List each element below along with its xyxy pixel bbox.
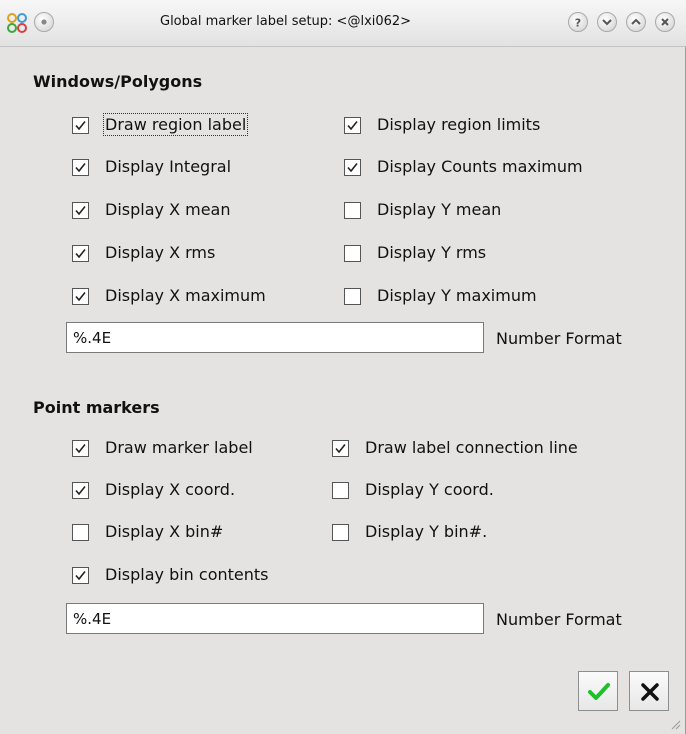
close-button[interactable]: [655, 12, 675, 32]
point-number-format-label: Number Format: [496, 610, 622, 629]
checkmark-icon: [347, 121, 358, 131]
menu-icon: [41, 19, 47, 25]
checkmark-icon: [75, 486, 86, 496]
checkmark-icon: [75, 249, 86, 259]
checkmark-icon: [75, 206, 86, 216]
checkmark-icon: [335, 444, 346, 454]
maximize-icon: [631, 18, 641, 25]
checkbox-display-x-maximum[interactable]: [72, 288, 89, 305]
checkbox-display-bin-contents[interactable]: [72, 567, 89, 584]
cancel-button[interactable]: [629, 671, 669, 711]
checkmark-icon: [75, 292, 86, 302]
label-display-y-mean[interactable]: Display Y mean: [377, 200, 501, 219]
label-display-y-rms[interactable]: Display Y rms: [377, 243, 486, 262]
label-display-x-maximum[interactable]: Display X maximum: [105, 286, 266, 305]
minimize-icon: [602, 19, 612, 26]
label-display-region-limits[interactable]: Display region limits: [377, 115, 540, 134]
windows-number-format-input[interactable]: [66, 322, 484, 353]
windows-number-format-label: Number Format: [496, 329, 622, 348]
resize-grip-icon[interactable]: [669, 718, 681, 730]
checkbox-display-x-mean[interactable]: [72, 202, 89, 219]
label-display-x-coord[interactable]: Display X coord.: [105, 480, 235, 499]
label-display-counts-maximum[interactable]: Display Counts maximum: [377, 157, 583, 176]
title-bar[interactable]: Global marker label setup: <@lxi062> ?: [0, 0, 686, 47]
checkmark-icon: [75, 163, 86, 173]
checkbox-display-x-rms[interactable]: [72, 245, 89, 262]
label-draw-label-connection-line[interactable]: Draw label connection line: [365, 438, 578, 457]
checkbox-display-x-coord[interactable]: [72, 482, 89, 499]
checkbox-display-region-limits[interactable]: [344, 117, 361, 134]
maximize-button[interactable]: [626, 12, 646, 32]
checkbox-display-y-maximum[interactable]: [344, 288, 361, 305]
app-icon: [7, 13, 27, 33]
checkmark-icon: [75, 571, 86, 581]
checkbox-display-integral[interactable]: [72, 159, 89, 176]
label-display-y-maximum[interactable]: Display Y maximum: [377, 286, 537, 305]
checkbox-display-x-bin[interactable]: [72, 524, 89, 541]
help-button[interactable]: ?: [568, 12, 588, 32]
label-display-integral[interactable]: Display Integral: [105, 157, 231, 176]
svg-text:?: ?: [575, 17, 581, 30]
checkbox-display-y-mean[interactable]: [344, 202, 361, 219]
ok-button[interactable]: [578, 671, 618, 711]
checkmark-icon: [588, 683, 610, 700]
window-menu-button[interactable]: [34, 12, 54, 32]
label-draw-marker-label[interactable]: Draw marker label: [105, 438, 253, 457]
checkbox-draw-marker-label[interactable]: [72, 440, 89, 457]
label-display-x-mean[interactable]: Display X mean: [105, 200, 230, 219]
label-display-x-rms[interactable]: Display X rms: [105, 243, 215, 262]
window-title: Global marker label setup: <@lxi062>: [160, 14, 412, 29]
checkbox-display-y-coord[interactable]: [332, 482, 349, 499]
close-icon: [661, 18, 669, 26]
point-markers-heading: Point markers: [33, 398, 160, 417]
cancel-icon: [641, 683, 659, 701]
label-draw-region-label[interactable]: Draw region label: [102, 113, 249, 136]
help-icon: ?: [575, 17, 581, 30]
checkmark-icon: [75, 121, 86, 131]
minimize-button[interactable]: [597, 12, 617, 32]
checkbox-display-y-bin[interactable]: [332, 524, 349, 541]
checkbox-display-y-rms[interactable]: [344, 245, 361, 262]
checkmark-icon: [75, 444, 86, 454]
label-display-y-bin[interactable]: Display Y bin#.: [365, 522, 487, 541]
checkbox-display-counts-maximum[interactable]: [344, 159, 361, 176]
checkmark-icon: [347, 163, 358, 173]
label-display-bin-contents[interactable]: Display bin contents: [105, 565, 268, 584]
checkbox-draw-region-label[interactable]: [72, 117, 89, 134]
dialog-window: Global marker label setup: <@lxi062> ? W…: [0, 0, 686, 734]
checkbox-draw-label-connection-line[interactable]: [332, 440, 349, 457]
windows-polygons-heading: Windows/Polygons: [33, 72, 203, 91]
label-display-x-bin[interactable]: Display X bin#: [105, 522, 223, 541]
label-display-y-coord[interactable]: Display Y coord.: [365, 480, 494, 499]
point-number-format-input[interactable]: [66, 603, 484, 634]
